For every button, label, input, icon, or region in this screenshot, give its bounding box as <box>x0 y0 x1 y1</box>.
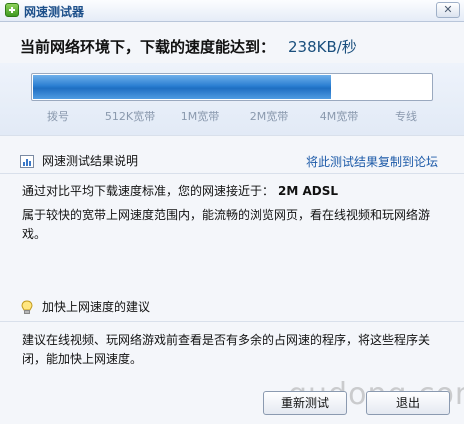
result-prefix: 通过对比平均下载速度标准，您的网速接近于： <box>22 184 275 198</box>
advice-text: 建议在线视频、玩网络游戏前查看是否有多余的占网速的程序，将这些程序关闭，能加快上… <box>22 333 431 366</box>
explanation-heading-label: 网速测试结果说明 <box>42 154 139 168</box>
advice-heading-label: 加快上网速度的建议 <box>42 300 151 314</box>
divider <box>0 135 464 136</box>
result-description: 属于较快的宽带上网速度范围内，能流畅的浏览网页，看在线视频和玩网络游戏。 <box>22 208 431 241</box>
exit-button[interactable]: 退出 <box>366 391 450 415</box>
window-title: 网速测试器 <box>24 5 85 19</box>
scale-label-4m: 4M宽带 <box>319 110 359 123</box>
copy-result-link[interactable]: 将此测试结果复制到论坛 <box>306 153 438 170</box>
bar-chart-icon <box>20 155 34 168</box>
scale-label-1m: 1M宽带 <box>180 110 220 123</box>
advice-heading: 加快上网速度的建议 <box>20 298 150 315</box>
speed-progress-bar <box>31 73 433 101</box>
scale-label-dedicated: 专线 <box>395 110 417 123</box>
divider <box>0 173 464 174</box>
app-icon <box>5 3 19 17</box>
speed-value: 238KB/秒 <box>288 38 357 56</box>
speed-progress-fill <box>33 75 331 99</box>
explanation-heading: 网速测试结果说明 <box>20 152 138 169</box>
scale-label-512k: 512K宽带 <box>104 110 156 123</box>
result-connection-type: 2M ADSL <box>278 184 339 198</box>
speed-headline: 当前网络环境下，下载的速度能达到： <box>20 38 276 56</box>
divider <box>0 321 464 322</box>
scale-label-dialup: 拨号 <box>47 110 69 123</box>
result-line: 通过对比平均下载速度标准，您的网速接近于： 2M ADSL <box>22 182 338 199</box>
close-button[interactable]: ✕ <box>436 2 460 18</box>
title-bar: 网速测试器 ✕ <box>0 0 464 22</box>
scale-label-2m: 2M宽带 <box>249 110 289 123</box>
lightbulb-icon <box>20 300 34 315</box>
retest-button[interactable]: 重新测试 <box>263 391 347 415</box>
